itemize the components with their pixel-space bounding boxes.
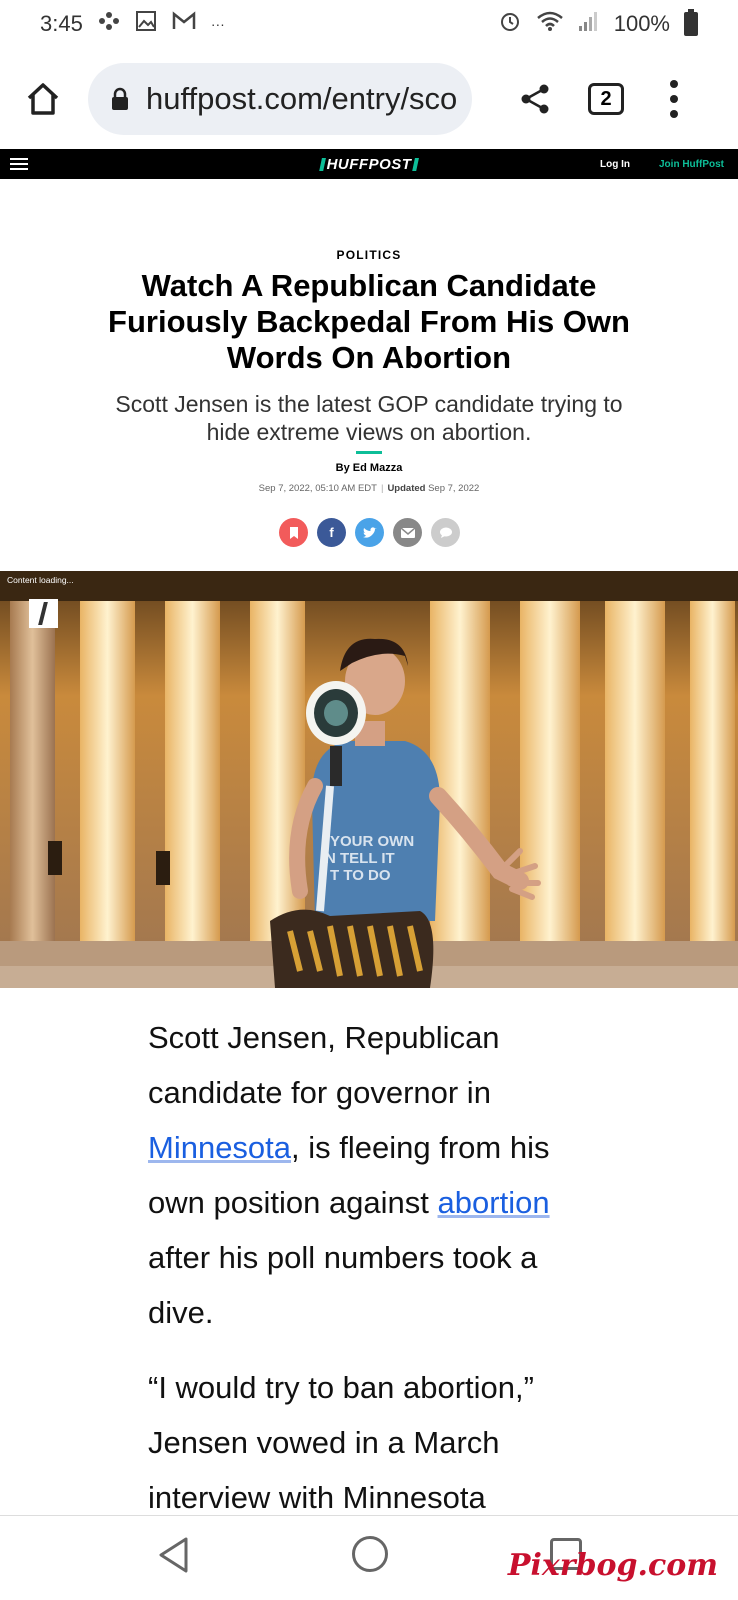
alarm-icon <box>498 9 522 39</box>
logo-bar <box>412 157 419 171</box>
home-circle-button[interactable] <box>352 1536 388 1572</box>
battery-percent: 100% <box>613 11 670 36</box>
url-text: huffpost.com/entry/scott <box>146 81 456 116</box>
timestamps: Sep 7, 2022, 05:10 AM EDT | Updated Sep 7,… <box>0 483 738 494</box>
comment-icon <box>439 527 452 538</box>
huffpost-logo[interactable]: HUFFPOST <box>319 155 419 173</box>
twitter-share-button[interactable] <box>355 518 384 547</box>
share-icon <box>521 84 549 114</box>
home-button[interactable] <box>20 76 66 122</box>
battery-icon <box>684 9 698 36</box>
bookmark-icon <box>289 526 298 539</box>
signal-icon <box>578 10 600 38</box>
email-icon <box>400 527 415 538</box>
tab-switcher-button[interactable]: 2 <box>588 83 624 115</box>
join-link[interactable]: Join HuffPost <box>659 159 724 170</box>
article-paragraph-2: “I would try to ban abortion,” Jensen vo… <box>148 1370 534 1515</box>
byline-prefix: By <box>335 462 353 474</box>
share-button[interactable] <box>512 76 558 122</box>
comment-button[interactable] <box>431 518 460 547</box>
back-button[interactable] <box>156 1536 192 1579</box>
content-loading-label: Content loading... <box>7 575 74 585</box>
status-bar: 3:45 ··· 100% <box>0 0 738 48</box>
menu-dot <box>670 79 678 88</box>
abortion-link[interactable]: abortion <box>438 1185 550 1220</box>
video-play-badge-icon[interactable] <box>29 599 58 628</box>
facebook-share-button[interactable]: f <box>317 518 346 547</box>
facebook-icon: f <box>329 525 334 540</box>
browser-menu-button[interactable] <box>664 76 684 122</box>
watermark: Pixrbog.com <box>507 1548 718 1583</box>
status-left: 3:45 ··· <box>40 10 225 38</box>
menu-dot <box>670 94 678 103</box>
wifi-icon <box>536 10 564 38</box>
logo-text: HUFFPOST <box>326 155 412 173</box>
address-bar[interactable]: huffpost.com/entry/scott <box>88 63 472 135</box>
logo-bar <box>319 157 326 171</box>
hero-image[interactable]: YOUR OWN N TELL IT T TO DO Content loading… <box>0 571 738 988</box>
flower-icon <box>97 10 121 38</box>
section-label[interactable]: POLITICS <box>0 248 738 262</box>
minnesota-link[interactable]: Minnesota <box>148 1130 291 1165</box>
updated-date: Sep 7, 2022 <box>428 483 480 494</box>
back-triangle-icon <box>159 1537 188 1573</box>
lock-icon <box>112 87 128 110</box>
byline: By Ed Mazza <box>0 462 738 474</box>
twitter-icon <box>363 526 377 538</box>
more-notifications: ··· <box>210 16 225 32</box>
browser-toolbar: huffpost.com/entry/scott 2 <box>0 58 738 140</box>
paragraph-text: after his poll numbers took a dive. <box>148 1240 538 1330</box>
bookmark-button[interactable] <box>279 518 308 547</box>
home-icon <box>27 83 59 115</box>
share-buttons: f <box>279 518 460 547</box>
site-header: HUFFPOST Log In Join HuffPost <box>0 149 738 179</box>
accent-divider <box>356 451 382 454</box>
gmail-icon <box>171 10 197 38</box>
clock: 3:45 <box>40 11 83 36</box>
article-subhead: Scott Jensen is the latest GOP candidate… <box>115 391 623 445</box>
paragraph-text: Scott Jensen, Republican candidate for g… <box>148 1020 500 1110</box>
protester-photo: YOUR OWN N TELL IT T TO DO <box>0 571 738 988</box>
email-share-button[interactable] <box>393 518 422 547</box>
date-separator: | <box>380 483 384 494</box>
hamburger-menu-icon[interactable] <box>10 158 28 170</box>
updated-label: Updated <box>387 483 426 494</box>
article-headline: Watch A Republican Candidate Furiously B… <box>108 268 630 375</box>
author-link[interactable]: Ed Mazza <box>353 462 403 474</box>
published-date: Sep 7, 2022, 05:10 AM EDT <box>258 483 377 494</box>
article-paragraph-1: Scott Jensen, Republican candidate for g… <box>148 1010 608 1340</box>
login-link[interactable]: Log In <box>600 159 630 170</box>
status-right: 100% <box>498 9 698 39</box>
menu-dot <box>670 110 678 119</box>
gallery-icon <box>135 10 157 38</box>
